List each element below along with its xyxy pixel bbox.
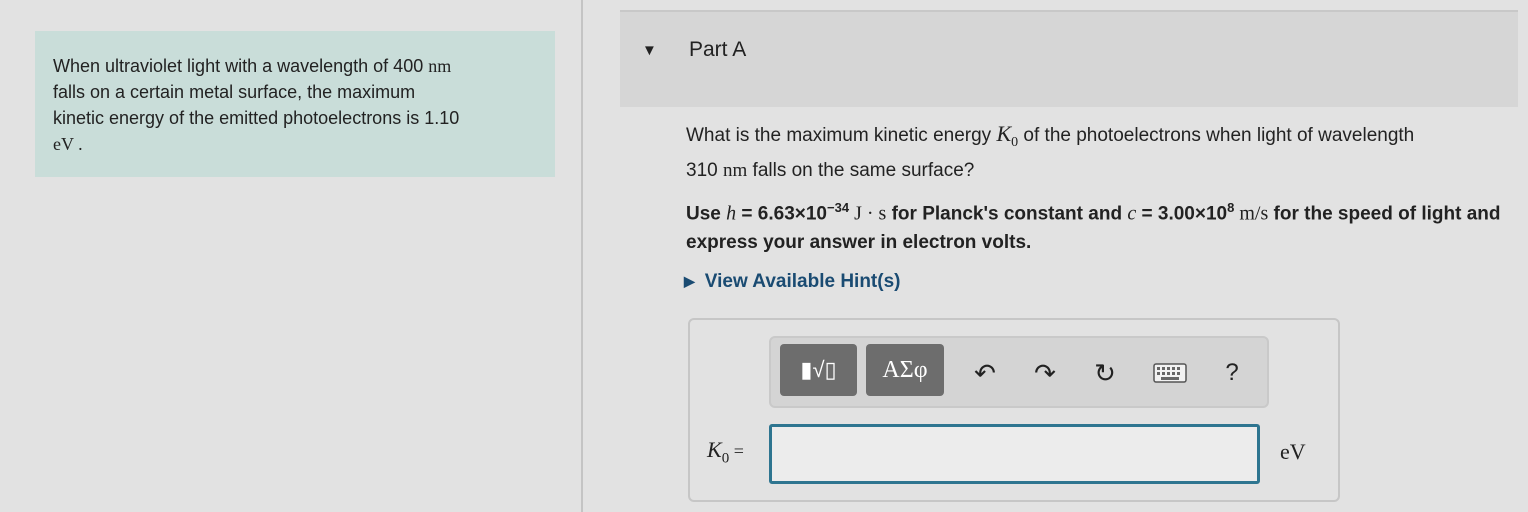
panel-divider [581, 0, 583, 512]
problem-line-3: kinetic energy of the emitted photoelect… [53, 108, 460, 128]
part-header[interactable] [620, 10, 1518, 107]
answer-input[interactable] [769, 424, 1260, 484]
undo-icon[interactable]: ↶ [968, 356, 1002, 390]
templates-button[interactable]: ▮√▯ [780, 344, 857, 396]
problem-statement: When ultraviolet light with a wavelength… [35, 31, 555, 177]
view-hints-link[interactable]: ▶ View Available Hint(s) [684, 271, 900, 293]
answer-variable-label: K0 = [707, 437, 744, 467]
expand-triangle-icon: ▶ [684, 273, 695, 289]
instructions-text: Use h = 6.63×10−34 J · s for Planck's co… [686, 200, 1501, 254]
problem-line-4: eV . [53, 134, 83, 154]
redo-icon[interactable]: ↷ [1028, 356, 1062, 390]
symbols-button[interactable]: ΑΣφ [866, 344, 944, 396]
help-button[interactable]: ? [1215, 356, 1249, 390]
question-text: What is the maximum kinetic energy K0 of… [686, 121, 1415, 181]
problem-line-2: falls on a certain metal surface, the ma… [53, 82, 416, 102]
unit-label: eV [1280, 439, 1306, 464]
reset-icon[interactable]: ↻ [1088, 356, 1122, 390]
view-hints-label: View Available Hint(s) [704, 271, 901, 292]
part-title: Part A [689, 38, 747, 61]
collapse-caret-icon[interactable]: ▼ [642, 42, 657, 59]
keyboard-icon[interactable] [1150, 356, 1190, 390]
problem-line-1: When ultraviolet light with a wavelength… [53, 56, 452, 76]
